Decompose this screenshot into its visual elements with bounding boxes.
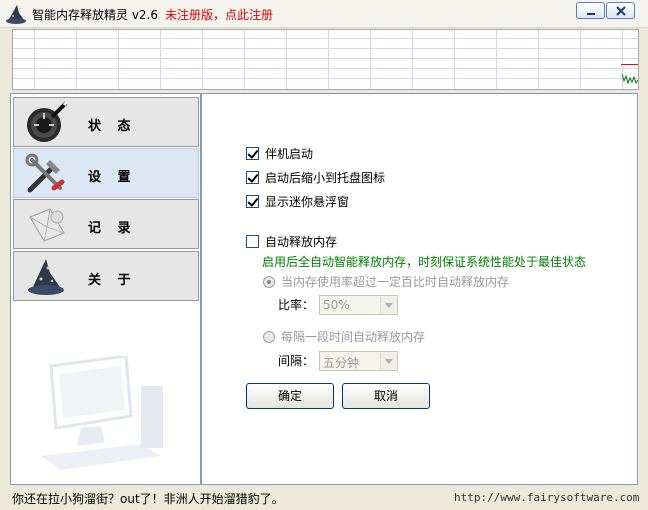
minimize-tray-option[interactable]: 启动后缩小到托盘图标 [246,169,385,186]
window-title: 智能内存释放精灵 v2.6 [32,8,159,22]
interval-label: 间隔： [278,354,315,368]
autostart-checkbox[interactable] [246,147,259,160]
auto-release-label: 自动释放内存 [265,235,338,249]
cancel-button[interactable]: 取消 [342,383,430,409]
ratio-label: 比率： [278,298,315,312]
interval-value: 五分钟 [323,356,360,370]
wizard-hat-icon [28,259,64,295]
minimize-icon [586,12,595,15]
minimize-button[interactable] [576,2,605,19]
auto-release-hint: 启用后全自动智能释放内存，时刻保证系统性能处于最佳状态 [262,255,587,269]
auto-release-checkbox[interactable] [246,235,259,248]
interval-mode-option[interactable]: 每隔一段时间自动释放内存 [263,328,425,345]
gauge-wand-icon [27,101,68,142]
settings-panel: 伴机启动 启动后缩小到托盘图标 显示迷你悬浮窗 自动释放内存 启用后全自动智能释… [201,93,638,485]
computer-watermark-icon [41,356,163,470]
interval-select[interactable]: 五分钟 [319,351,398,371]
graph-canvas [13,30,639,89]
minimize-tray-checkbox[interactable] [246,171,259,184]
chevron-down-icon [380,353,396,369]
minimize-tray-label: 启动后缩小到托盘图标 [265,171,386,185]
sidebar-item-status[interactable]: 状 态 [13,97,199,147]
envelope-icon [29,208,65,242]
ratio-mode-radio[interactable] [263,275,275,288]
sidebar-item-label: 记 录 [88,221,137,236]
ok-button[interactable]: 确定 [246,383,334,409]
status-message: 你还在拉小狗溜街？out了！非洲人开始溜猎豹了。 [12,492,284,506]
autostart-option[interactable]: 伴机启动 [246,145,313,162]
chevron-down-icon [380,297,396,313]
autostart-label: 伴机启动 [265,147,314,161]
sidebar-item-label: 状 态 [88,119,137,134]
ratio-value: 50% [323,298,350,312]
close-button[interactable] [606,2,635,19]
sidebar-item-settings[interactable]: 设 置 [13,148,199,198]
ratio-mode-option[interactable]: 当内存使用率超过一定百比时自动释放内存 [263,273,509,290]
auto-release-option[interactable]: 自动释放内存 [246,233,337,250]
sidebar-item-label: 关 于 [88,273,137,288]
interval-mode-label: 每隔一段时间自动释放内存 [281,330,426,344]
mini-float-label: 显示迷你悬浮窗 [265,195,350,209]
tools-icon [25,153,65,193]
mini-float-option[interactable]: 显示迷你悬浮窗 [246,193,349,210]
mini-float-checkbox[interactable] [246,195,259,208]
sidebar-item-about[interactable]: 关 于 [13,251,199,301]
ratio-select[interactable]: 50% [319,295,398,315]
sidebar-item-log[interactable]: 记 录 [13,199,199,249]
sidebar-item-label: 设 置 [88,170,137,185]
website-link[interactable]: http://www.fairysoftware.com [454,491,639,504]
memory-usage-graph [12,29,639,90]
sidebar: 状 态 设 置 记 录 关 于 [10,93,201,485]
ratio-mode-label: 当内存使用率超过一定百比时自动释放内存 [281,275,510,289]
close-icon [615,5,626,16]
wizard-hat-icon [6,5,26,24]
register-link[interactable]: 未注册版，点此注册 [165,6,273,23]
title-bar: 智能内存释放精灵 v2.6 未注册版，点此注册 [0,0,648,28]
interval-mode-radio[interactable] [263,330,275,343]
